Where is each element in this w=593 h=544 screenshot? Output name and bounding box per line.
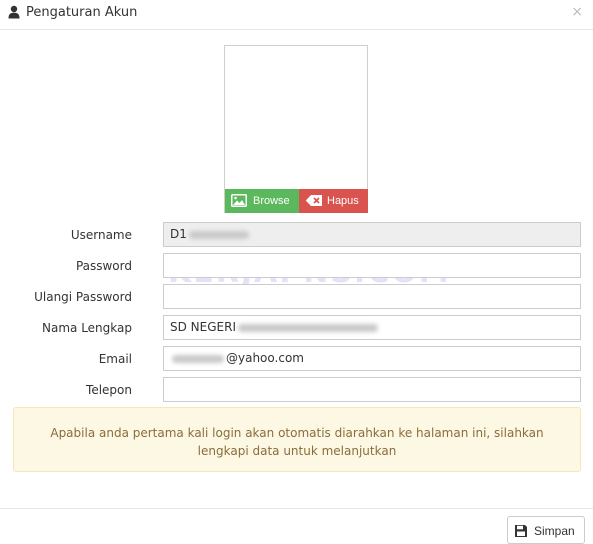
full-name-value: SD NEGERI (170, 320, 236, 334)
phone-field[interactable] (163, 377, 581, 402)
full-name-label: Nama Lengkap (42, 321, 132, 335)
modal-title: Pengaturan Akun (26, 5, 138, 20)
image-icon (231, 194, 247, 207)
repeat-password-label: Ulangi Password (34, 290, 132, 304)
username-label: Username (70, 228, 132, 242)
browse-label: Browse (253, 195, 290, 207)
save-button[interactable]: Simpan (507, 516, 585, 544)
user-icon (8, 5, 20, 19)
email-label: Email (98, 352, 132, 366)
modal-header: Pengaturan Akun × (0, 0, 593, 30)
password-label: Password (75, 259, 132, 273)
save-label: Simpan (534, 524, 575, 538)
hapus-label: Hapus (327, 195, 359, 207)
profile-photo-preview (224, 45, 368, 213)
repeat-password-field[interactable] (163, 284, 581, 309)
username-redacted (188, 230, 249, 239)
browse-button[interactable]: Browse (225, 189, 299, 213)
modal-footer: Simpan (0, 508, 593, 544)
info-notice: Apabila anda pertama kali login akan oto… (13, 407, 581, 472)
notice-line-2: lengkapi data untuk melanjutkan (197, 444, 397, 458)
full-name-redacted (238, 323, 378, 332)
username-field[interactable]: D1 (163, 222, 581, 247)
account-settings-modal: Pengaturan Akun × Browse Hapus KERJAPNS.… (0, 0, 593, 544)
phone-label: Telepon (86, 383, 132, 397)
floppy-disk-icon (515, 525, 527, 537)
close-icon[interactable]: × (571, 4, 583, 20)
eraser-icon (305, 195, 322, 206)
email-value: @yahoo.com (226, 351, 304, 365)
username-value: D1 (170, 227, 187, 241)
email-redacted (172, 354, 224, 363)
email-field[interactable]: @yahoo.com (163, 346, 581, 371)
full-name-field[interactable]: SD NEGERI (163, 315, 581, 340)
notice-line-1: Apabila anda pertama kali login akan oto… (50, 426, 544, 440)
delete-photo-button[interactable]: Hapus (299, 189, 368, 213)
password-field[interactable] (163, 253, 581, 278)
